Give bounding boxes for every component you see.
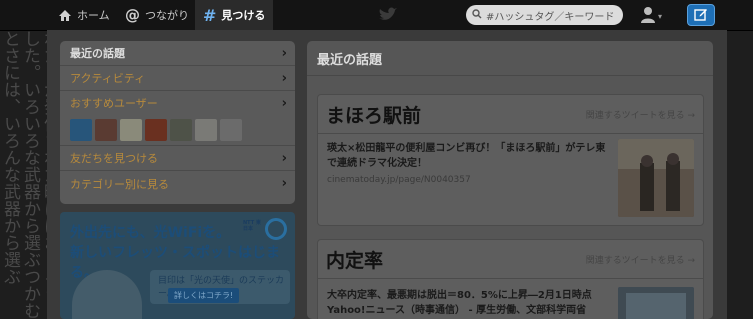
sidebar-item-label: 友だちを見つける [70,152,158,165]
page-title: 最近の話題 [307,41,713,76]
at-sign-icon: @ [125,6,140,24]
suggested-user-avatars [60,115,295,145]
trend-tweet-url[interactable]: cinematoday.jp/page/N0040357 [327,175,612,185]
search-input[interactable]: #ハッシュタグ／キーワード [466,5,623,25]
view-related-tweets-link[interactable]: 関連するツイートを見る → [586,253,695,266]
trend-topic[interactable]: 内定率 [326,246,383,273]
sidebar-item-label: カテゴリー別に見る [70,177,169,191]
top-navigation-bar: ホーム @ つながり # 見つける #ハッシュタグ／キーワード ▾ [0,0,753,31]
trend-card: 内定率 関連するツイートを見る → 大卒内定率、最悪期は脱出＝80．5%に上昇―… [317,239,704,319]
advertisement-banner[interactable]: NTT 東日本 外出先にも、光WiFiを。 新しいフレッツ・スポットはじまる。 … [60,212,295,319]
sidebar-item-label: アクティビティ [70,72,146,85]
chevron-right-icon: › [281,70,287,86]
avatar[interactable] [145,119,167,141]
compose-icon [694,6,708,25]
ad-details-button[interactable]: 詳しくはコチラ! [168,288,240,303]
ad-brand: NTT 東日本 [243,220,261,232]
trend-tweet-text: 大卒内定率、最悪期は脱出＝80．5%に上昇―2月1日時点 Yahoo!ニュース（… [327,290,592,316]
compose-tweet-button[interactable] [687,4,715,26]
sidebar-item-label: 最近の話題 [70,47,125,60]
trend-photo[interactable] [618,139,694,217]
sidebar-item-trends[interactable]: 最近の話題 › [60,41,295,66]
view-related-tweets-link[interactable]: 関連するツイートを見る → [586,108,695,121]
nav-home[interactable]: ホーム [58,0,110,30]
avatar[interactable] [95,119,117,141]
user-icon [640,6,656,27]
home-icon [58,9,72,22]
nav-discover-label: 見つける [221,9,266,22]
chevron-right-icon: › [281,45,287,61]
account-menu[interactable]: ▾ [640,6,662,27]
chevron-down-icon: ▾ [658,12,663,21]
avatar[interactable] [70,119,92,141]
discover-sidebar: 最近の話題 › アクティビティ › おすすめユーザー › 友だちを見つける › … [60,41,295,204]
search-icon [472,8,486,22]
ad-headline: 外出先にも、光WiFiを。 [70,225,231,241]
sidebar-item-activity[interactable]: アクティビティ › [60,66,295,91]
trend-tweet-text: 瑛太×松田龍平の便利屋コンビ再び！「まほろ駅前」がテレ東で連続ドラマ化決定！ [327,143,606,169]
twitter-bird-icon[interactable] [376,7,398,27]
trend-photo[interactable] [618,287,694,319]
chevron-right-icon: › [281,95,287,111]
hash-icon: # [203,5,217,25]
sidebar-item-categories[interactable]: カテゴリー別に見る › [60,171,295,196]
trend-card: まほろ駅前 関連するツイートを見る → 瑛太×松田龍平の便利屋コンビ再び！「まほ… [317,94,704,226]
nav-home-label: ホーム [77,9,110,22]
chevron-right-icon: › [281,176,287,191]
sidebar-item-find-friends[interactable]: 友だちを見つける › [60,146,295,171]
avatar[interactable] [220,119,242,141]
trends-panel: 最近の話題 まほろ駅前 関連するツイートを見る → 瑛太×松田龍平の便利屋コンビ… [307,41,713,319]
nav-discover[interactable]: # 見つける [195,0,274,30]
chevron-right-icon: › [281,150,287,166]
trend-topic[interactable]: まほろ駅前 [326,101,421,128]
nav-connect[interactable]: @ つながり [125,0,189,30]
nav-connect-label: つながり [145,9,189,22]
ntt-logo-icon [265,218,287,240]
avatar[interactable] [120,119,142,141]
sidebar-item-label: おすすめユーザー [70,97,158,110]
sidebar-item-who-to-follow[interactable]: おすすめユーザー › [60,91,295,146]
search-placeholder: #ハッシュタグ／キーワード [486,11,615,23]
avatar[interactable] [170,119,192,141]
avatar[interactable] [195,119,217,141]
